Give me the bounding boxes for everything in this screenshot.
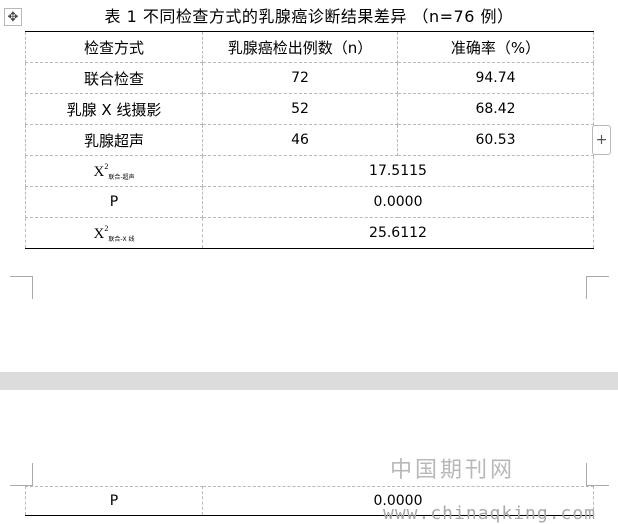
page-break-gap [0, 372, 618, 390]
results-table: 检查方式 乳腺癌检出例数（n） 准确率（%） 联合检查 72 94.74 乳腺 … [25, 31, 594, 249]
page-margin-corner [586, 463, 609, 486]
page-margin-corner [586, 276, 609, 299]
table-row: X2 联合-超声 17.5115 [25, 155, 594, 187]
header-detected[interactable]: 乳腺癌检出例数（n） [202, 31, 398, 63]
table-row: 乳腺 X 线摄影 52 68.42 [25, 93, 594, 125]
table-row: X2 联合-X 线 25.6112 [25, 217, 594, 249]
header-method[interactable]: 检查方式 [25, 31, 203, 63]
cell-chi-square-combined-ultrasound[interactable]: X2 联合-超声 [25, 155, 203, 187]
cell-method[interactable]: 联合检查 [25, 62, 203, 94]
chi-subscript: 联合-X 线 [108, 235, 135, 243]
table-row: 乳腺超声 46 60.53 [25, 124, 594, 156]
header-accuracy[interactable]: 准确率（%） [397, 31, 594, 63]
page-margin-corner [10, 276, 33, 299]
cell-detected[interactable]: 72 [202, 62, 398, 94]
cell-accuracy[interactable]: 60.53 [397, 124, 594, 156]
table-row: 联合检查 72 94.74 [25, 62, 594, 94]
cell-stat-value[interactable]: 25.6112 [202, 217, 594, 249]
chi-superscript: 2 [104, 161, 109, 171]
cell-detected[interactable]: 52 [202, 93, 398, 125]
chi-subscript: 联合-超声 [108, 173, 135, 181]
table-row: P 0.0000 [25, 186, 594, 218]
watermark-site-name: 中国期刊网 [390, 458, 516, 483]
page-margin-corner [10, 463, 33, 486]
add-row-button[interactable]: + [592, 125, 611, 155]
cell-accuracy[interactable]: 68.42 [397, 93, 594, 125]
watermark-url: www.chinaqking.com [383, 503, 597, 524]
cell-stat-value[interactable]: 0.0000 [202, 186, 594, 218]
cell-accuracy[interactable]: 94.74 [397, 62, 594, 94]
cell-chi-square-combined-xray[interactable]: X2 联合-X 线 [25, 217, 203, 249]
table-caption: 表 1 不同检查方式的乳腺癌诊断结果差异 （n=76 例） [104, 7, 514, 26]
cell-detected[interactable]: 46 [202, 124, 398, 156]
cell-p-label[interactable]: P [25, 186, 203, 218]
cell-method[interactable]: 乳腺超声 [25, 124, 203, 156]
cell-stat-value[interactable]: 17.5115 [202, 155, 594, 187]
table-header-row: 检查方式 乳腺癌检出例数（n） 准确率（%） [25, 31, 594, 63]
chi-symbol: X [93, 163, 105, 180]
chi-symbol: X [93, 225, 105, 242]
cell-method[interactable]: 乳腺 X 线摄影 [25, 93, 203, 125]
chi-superscript: 2 [104, 223, 109, 233]
cell-p-label[interactable]: P [25, 486, 203, 516]
